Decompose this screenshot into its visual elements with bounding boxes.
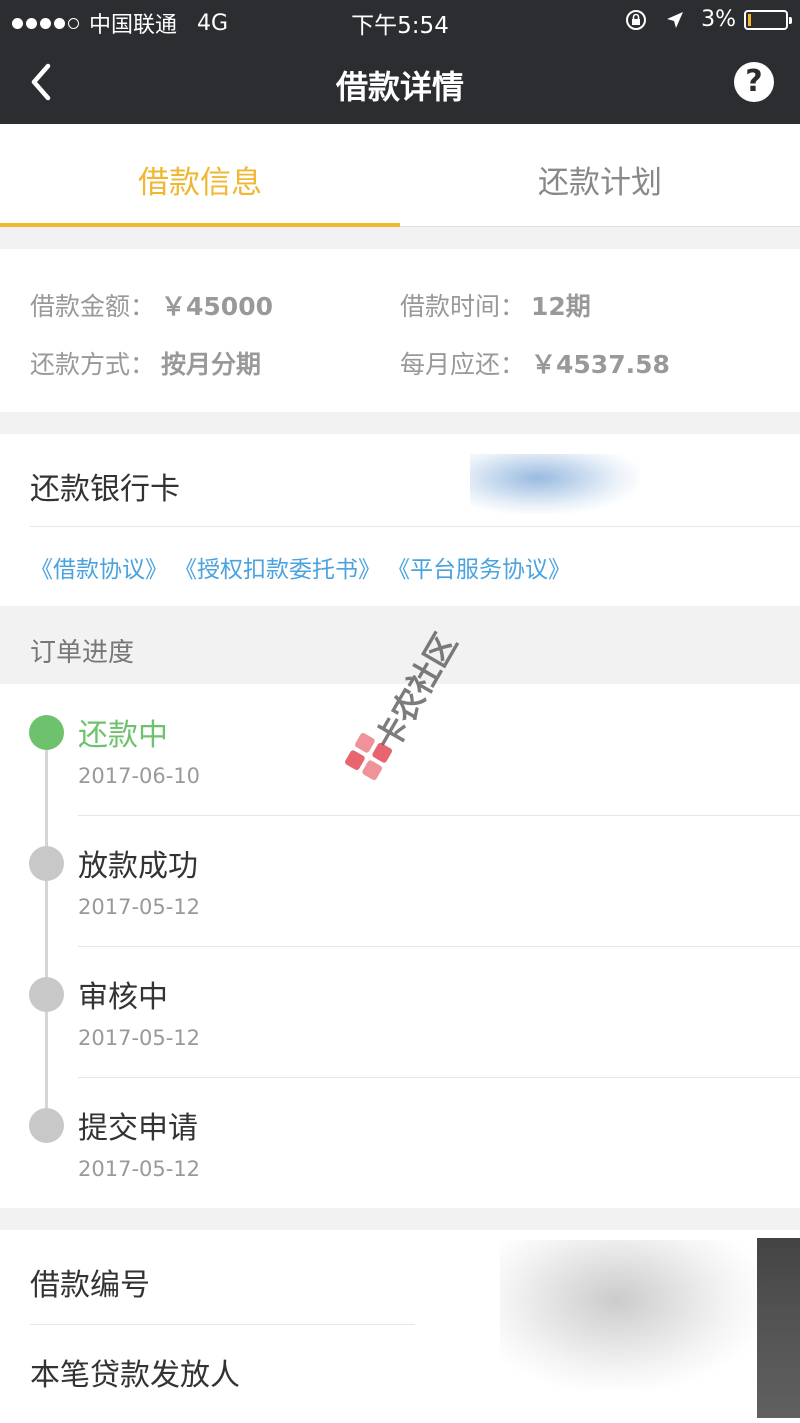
monthly-payment-label: 每月应还： (400, 350, 526, 379)
loan-amount-value: ￥45000 (161, 292, 273, 321)
repayment-method-value: 按月分期 (161, 350, 262, 379)
lender-label: 本笔贷款发放人 (30, 1358, 240, 1393)
loan-details-section: 借款编号 本笔贷款发放人 (0, 1230, 800, 1423)
loan-number-label: 借款编号 (30, 1268, 150, 1303)
redacted-area (757, 1238, 800, 1418)
loan-term-value: 12期 (531, 292, 591, 321)
repayment-bank-card-section: 还款银行卡 《借款协议》 《授权扣款委托书》 《平台服务协议》 (0, 434, 800, 606)
redacted-loan-number (500, 1240, 760, 1390)
step-name: 还款中 (78, 718, 168, 753)
step-date: 2017-05-12 (78, 895, 201, 919)
location-arrow-icon (667, 11, 684, 28)
battery-percent: 3% (701, 7, 736, 32)
step-name: 提交申请 (78, 1111, 198, 1146)
divider (30, 526, 800, 527)
step-status-dot (29, 715, 64, 750)
monthly-payment-value: ￥4537.58 (531, 350, 670, 379)
help-button[interactable]: ? (734, 62, 774, 102)
bank-card-label: 还款银行卡 (30, 472, 180, 507)
debit-authorization-link[interactable]: 《授权扣款委托书》 (174, 550, 381, 584)
monthly-payment: 每月应还： ￥4537.58 (400, 345, 670, 381)
battery-icon (744, 9, 792, 30)
timeline-step: 审核中 2017-05-12 (0, 946, 800, 1078)
tab-repayment-plan[interactable]: 还款计划 (400, 124, 800, 226)
order-progress-header: 订单进度 (0, 606, 800, 684)
loan-term: 借款时间： 12期 (400, 287, 591, 323)
step-name: 审核中 (78, 980, 168, 1015)
rotation-lock-icon (626, 9, 647, 30)
agreement-links: 《借款协议》 《授权扣款委托书》 《平台服务协议》 (30, 550, 571, 584)
timeline-step: 提交申请 2017-05-12 (0, 1077, 800, 1208)
order-progress-title: 订单进度 (30, 638, 135, 668)
step-date: 2017-06-10 (78, 764, 201, 788)
loan-amount-label: 借款金额： (30, 292, 156, 321)
timeline-step: 放款成功 2017-05-12 (0, 815, 800, 947)
tab-loan-info[interactable]: 借款信息 (0, 124, 400, 227)
step-date: 2017-05-12 (78, 1157, 201, 1181)
step-status-dot (29, 977, 64, 1012)
loan-amount: 借款金额： ￥45000 (30, 287, 273, 323)
loan-agreement-link[interactable]: 《借款协议》 (30, 550, 168, 584)
page-title: 借款详情 (335, 68, 464, 106)
repayment-method: 还款方式： 按月分期 (30, 345, 261, 381)
tab-bar: 借款信息 还款计划 (0, 124, 800, 227)
repayment-method-label: 还款方式： (30, 350, 156, 379)
platform-service-agreement-link[interactable]: 《平台服务协议》 (387, 550, 571, 584)
step-status-dot (29, 846, 64, 881)
loan-term-label: 借款时间： (400, 292, 526, 321)
nav-bar: 借款详情 ? (0, 40, 800, 124)
status-bar: 中国联通 4G 下午5:54 3% (0, 0, 800, 40)
order-progress-timeline: 还款中 2017-06-10 放款成功 2017-05-12 审核中 2017-… (0, 684, 800, 1208)
step-name: 放款成功 (78, 849, 198, 884)
timeline-step: 还款中 2017-06-10 (0, 684, 800, 816)
redacted-bank-card (470, 454, 640, 514)
step-status-dot (29, 1108, 64, 1143)
loan-info-panel: 借款金额： ￥45000 借款时间： 12期 还款方式： 按月分期 每月应还： ￥453… (0, 249, 800, 412)
step-date: 2017-05-12 (78, 1026, 201, 1050)
divider (30, 1324, 415, 1325)
